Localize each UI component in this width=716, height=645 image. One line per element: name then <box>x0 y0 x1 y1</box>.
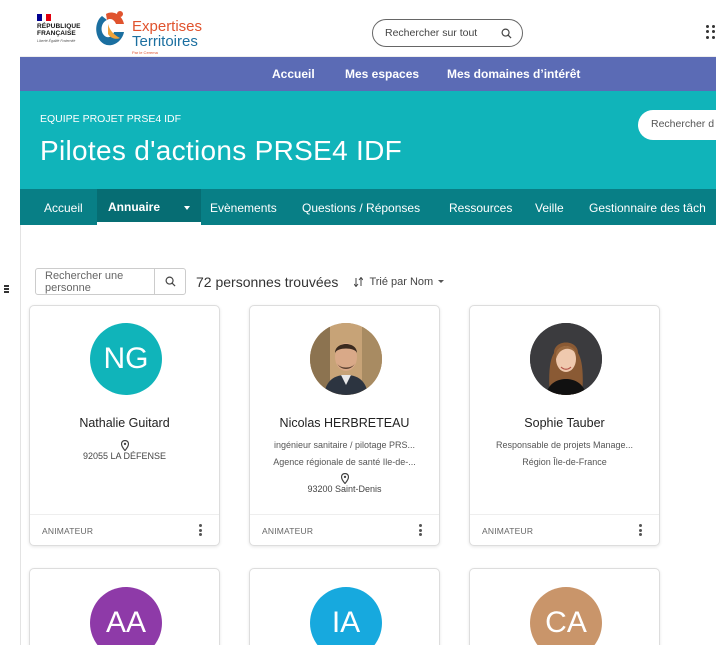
more-options-icon[interactable] <box>199 524 202 538</box>
person-location-text: 93200 Saint-Denis <box>307 484 382 494</box>
person-location: 93200 Saint-Denis <box>250 473 439 494</box>
avatar[interactable]: AA <box>90 587 162 645</box>
person-search-input[interactable]: Rechercher une personne <box>35 268 186 295</box>
person-organization: Région Île-de-France <box>522 457 607 467</box>
person-name[interactable]: Nicolas HERBRETEAU <box>250 416 439 430</box>
tab-gestionnaire-taches[interactable]: Gestionnaire des tâch <box>578 189 716 225</box>
person-card[interactable]: Nicolas HERBRETEAU ingénieur sanitaire /… <box>249 305 440 546</box>
person-search-placeholder: Rechercher une personne <box>45 269 124 294</box>
global-search-placeholder: Rechercher sur tout <box>385 27 478 39</box>
woman-portrait-icon <box>530 323 602 395</box>
card-footer: ANIMATEUR <box>30 514 219 545</box>
avatar[interactable]: IA <box>310 587 382 645</box>
brand-line1: Expertises <box>132 18 203 35</box>
chevron-down-icon <box>438 280 445 283</box>
person-name[interactable]: Nathalie Guitard <box>30 416 219 430</box>
space-banner: EQUIPE PROJET PRSE4 IDF Pilotes d'action… <box>20 91 716 189</box>
tab-annuaire-label: Annuaire <box>108 200 161 214</box>
republic-line1: RÉPUBLIQUE <box>37 23 81 30</box>
person-card[interactable]: CA <box>469 568 660 645</box>
avatar[interactable]: NG <box>90 323 162 395</box>
sort-dropdown[interactable]: Trié par Nom <box>354 275 445 288</box>
nav-mes-espaces[interactable]: Mes espaces <box>345 67 419 81</box>
search-icon[interactable] <box>501 28 512 39</box>
more-options-icon[interactable] <box>419 524 422 538</box>
tab-evenements[interactable]: Evènements <box>199 189 288 225</box>
sort-icon <box>354 276 364 287</box>
republic-motto: Liberté Égalité Fraternité <box>37 39 76 43</box>
sort-label: Trié par Nom <box>369 275 434 288</box>
tab-ressources[interactable]: Ressources <box>438 189 523 225</box>
person-name[interactable]: Sophie Tauber <box>470 416 659 430</box>
page-title: Pilotes d'actions PRSE4 IDF <box>40 135 403 166</box>
person-location: 92055 LA DÉFENSE <box>30 440 219 461</box>
person-location-text: 92055 LA DÉFENSE <box>82 451 167 461</box>
global-search-input[interactable]: Rechercher sur tout <box>372 19 523 47</box>
republic-line2: FRANÇAISE <box>37 30 76 37</box>
apps-grid-icon[interactable] <box>706 25 716 39</box>
person-card[interactable]: NG Nathalie Guitard 92055 LA DÉFENSE ANI… <box>29 305 220 546</box>
person-card[interactable]: Sophie Tauber Responsable de projets Man… <box>469 305 660 546</box>
tab-veille[interactable]: Veille <box>524 189 575 225</box>
person-job: Responsable de projets Manage... <box>495 440 634 450</box>
more-options-icon[interactable] <box>639 524 642 538</box>
nav-accueil[interactable]: Accueil <box>272 67 315 81</box>
person-organization: Agence régionale de santé Ile-de-... <box>273 457 416 467</box>
person-card[interactable]: IA <box>249 568 440 645</box>
avatar[interactable] <box>530 323 602 395</box>
brand-sub: Par le Cerema <box>132 50 158 55</box>
flag-icon <box>37 14 52 21</box>
space-group-name[interactable]: EQUIPE PROJET PRSE4 IDF <box>40 113 181 125</box>
republique-francaise-logo[interactable]: RÉPUBLIQUE FRANÇAISE Liberté Égalité Fra… <box>37 14 89 43</box>
space-search-input[interactable]: Rechercher d <box>638 110 716 140</box>
map-pin-icon <box>340 473 349 484</box>
expertises-territoires-logo-icon[interactable] <box>92 8 128 50</box>
avatar[interactable]: CA <box>530 587 602 645</box>
page: RÉPUBLIQUE FRANÇAISE Liberté Égalité Fra… <box>0 0 716 645</box>
drag-handle-icon[interactable] <box>4 285 10 294</box>
directory-toolbar: Rechercher une personne 72 personnes tro… <box>35 268 445 295</box>
brand-line2: Territoires <box>132 33 198 50</box>
map-pin-icon <box>120 440 129 451</box>
tab-accueil[interactable]: Accueil <box>33 189 94 225</box>
nav-mes-domaines[interactable]: Mes domaines d’intérêt <box>447 67 580 81</box>
person-card[interactable]: AA <box>29 568 220 645</box>
tab-annuaire[interactable]: Annuaire <box>97 189 202 225</box>
space-tabs: Accueil Annuaire Evènements Questions / … <box>20 189 716 225</box>
site-header: RÉPUBLIQUE FRANÇAISE Liberté Égalité Fra… <box>20 0 716 57</box>
person-search-button[interactable] <box>154 269 185 294</box>
person-role: ANIMATEUR <box>482 526 534 536</box>
card-footer: ANIMATEUR <box>250 514 439 545</box>
card-footer: ANIMATEUR <box>470 514 659 545</box>
avatar[interactable] <box>310 323 382 395</box>
person-role: ANIMATEUR <box>262 526 314 536</box>
tab-questions-reponses[interactable]: Questions / Réponses <box>291 189 431 225</box>
search-icon <box>165 276 176 287</box>
main-nav: Accueil Mes espaces Mes domaines d’intér… <box>20 57 716 91</box>
person-job: ingénieur sanitaire / pilotage PRS... <box>273 440 416 450</box>
person-role: ANIMATEUR <box>42 526 94 536</box>
chevron-down-icon[interactable] <box>184 205 191 210</box>
result-count: 72 personnes trouvées <box>196 273 339 290</box>
man-portrait-icon <box>310 323 382 395</box>
